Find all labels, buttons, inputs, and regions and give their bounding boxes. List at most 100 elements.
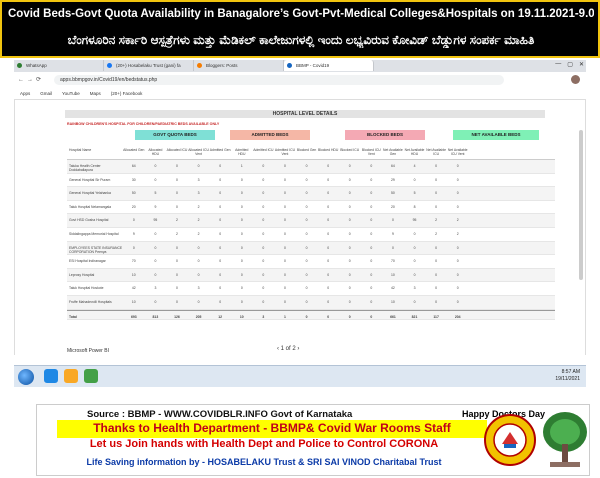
table-header: Hospital Name Allocated Gen Allocated HDU A… [67, 144, 555, 160]
bed-count-cell: 0 [219, 286, 222, 291]
bed-count-cell: 0 [370, 191, 373, 196]
windows-taskbar: 8:57 AM 19/11/2021 [14, 365, 586, 387]
category-govt-quota[interactable]: GOVT QUOTA BEDS [135, 130, 215, 140]
table-row[interactable]: Siddalingappa Memorial Hospital 9 0 2 2 0 0 0 0 0… [67, 228, 555, 242]
bookmark-youtube[interactable]: YouTube [62, 91, 80, 96]
bookmark-maps[interactable]: Maps [90, 91, 101, 96]
table-row[interactable]: Govt HSD Gosha Hospital 0 95 2 2 0 0 0 0 0 0 0 0 0 95 2… [67, 214, 555, 228]
total-cell: 0 [327, 314, 330, 319]
table-row[interactable]: Taluk Hospital Nelamangala 20 9 0 2 0 0 0 0 0 0 0 0 2… [67, 201, 555, 215]
bed-count-cell: 0 [370, 272, 373, 277]
next-page-icon[interactable]: › [296, 346, 299, 352]
bed-count-cell: 0 [262, 231, 265, 236]
bed-count-cell: 0 [176, 191, 178, 196]
bed-count-cell: 0 [370, 299, 373, 304]
table-row[interactable]: EMPLOYEES STATE INSURANCE CORPORATION Pe… [67, 241, 555, 256]
bed-count-cell: 0 [391, 245, 394, 250]
hospital-name-cell: Taluk Hospital Nelamangala [69, 204, 112, 209]
bed-count-cell: 0 [305, 245, 308, 250]
table-row[interactable]: Leprosy Hospital 10 0 0 0 0 0 0 0 0 0 0 0 10 0 0 0 [67, 268, 555, 283]
table-row[interactable]: Fruffe Mahadevolli Hospitals 10 0 0 0 0 0 0 0 0 0 0… [67, 295, 555, 310]
column-header: Blocked ICU [340, 148, 360, 152]
bed-count-cell: 0 [240, 245, 243, 250]
column-header: Blocked HDU [317, 148, 339, 152]
hospital-name-cell: Fruffe Mahadevolli Hospitals [69, 299, 112, 304]
total-cell: 821 [411, 314, 418, 319]
category-blocked[interactable]: BLOCKED BEDS [345, 130, 425, 140]
tab-whatsapp[interactable]: WhatsApp [14, 60, 104, 71]
bed-count-cell: 2 [456, 231, 459, 236]
bed-count-cell: 30 [131, 177, 136, 182]
table-row[interactable]: General Hospital Yelahanka 50 5 0 3 0 0 0 0 0 0 0 0 5… [67, 187, 555, 201]
table-row[interactable]: Taluk Hospital Hoskote 42 3 0 3 0 0 0 0 0 0 0 0 42 3 0 0 [67, 282, 555, 296]
bed-count-cell: 8 [413, 204, 416, 209]
bed-count-cell: 0 [413, 272, 416, 277]
table-total-row: Total 693 813 126 205 12 10 3 1 0 0 0 0 661 821 117 204 [67, 309, 555, 320]
bed-count-cell: 0 [262, 164, 265, 168]
bed-count-cell: 0 [327, 177, 330, 182]
bed-count-cell: 42 [391, 286, 395, 291]
bed-count-cell: 0 [435, 245, 438, 250]
table-row[interactable]: Taluka Health Center Doddaballapura 64 0 0 0… [67, 160, 555, 174]
bed-count-cell: 0 [154, 299, 157, 304]
folder-icon[interactable] [64, 369, 78, 383]
tab-strip: WhatsApp (20+) Hosabelaku Trust (gani) f… [14, 60, 586, 72]
bed-count-cell: 0 [370, 164, 373, 168]
bookmark-facebook[interactable]: (20+) Facebook [111, 91, 143, 96]
bed-count-cell: 2 [176, 218, 178, 223]
bed-count-cell: 0 [348, 231, 351, 236]
tab-blogger[interactable]: Bloggers: Posts [194, 60, 284, 71]
bed-count-cell: 0 [370, 259, 373, 264]
bed-count-cell: 0 [284, 164, 286, 168]
bed-count-cell: 0 [284, 204, 286, 209]
bed-count-cell: 0 [327, 272, 330, 277]
address-bar-row: ←→⟳ apps.bbmpgov.in/Covid19/en/bedstatus… [14, 72, 586, 88]
bed-count-cell: 0 [305, 259, 308, 264]
url-field[interactable]: apps.bbmpgov.in/Covid19/en/bedstatus.php [54, 75, 504, 85]
bed-count-cell: 0 [456, 272, 459, 277]
bookmark-gmail[interactable]: Gmail [40, 91, 52, 96]
bed-count-cell: 2 [435, 231, 438, 236]
bed-count-cell: 0 [370, 231, 373, 236]
column-header: Net Available Gen [383, 148, 403, 156]
bed-count-cell: 9 [132, 231, 135, 236]
powerbi-link[interactable]: Microsoft Power BI [67, 348, 109, 354]
bed-count-cell: 0 [305, 218, 308, 223]
ie-icon[interactable] [44, 369, 58, 383]
bed-count-cell: 0 [284, 191, 286, 196]
maximize-icon[interactable]: ▢ [567, 61, 573, 68]
bed-count-cell: 0 [284, 218, 286, 223]
bed-count-cell: 0 [197, 259, 200, 264]
start-button[interactable] [18, 369, 34, 385]
close-icon[interactable]: ✕ [579, 61, 584, 68]
tab-bbmp-covid19[interactable]: BBMP - Covid19 [284, 60, 374, 71]
category-net-available[interactable]: NET AVAILABLE BEDS [453, 130, 539, 140]
bed-count-cell: 0 [219, 218, 222, 223]
category-admitted[interactable]: ADMITTED BEDS [230, 130, 310, 140]
bookmark-apps[interactable]: Apps [20, 91, 30, 96]
bed-count-cell: 0 [240, 259, 243, 264]
bed-count-cell: 42 [131, 286, 136, 291]
table-row[interactable]: ESI Hospital Indiranagar 70 0 0 0 0 0 0 0 0 0 0 0 70 0… [67, 255, 555, 269]
chrome-icon[interactable] [84, 369, 98, 383]
column-header: Allocated HDU [148, 148, 163, 156]
bbmp-icon [287, 63, 292, 68]
minimize-icon[interactable]: — [555, 61, 561, 68]
bed-count-cell: 0 [435, 299, 438, 304]
bed-count-cell: 0 [370, 245, 373, 250]
bed-count-cell: 0 [327, 204, 330, 209]
bed-count-cell: 0 [240, 177, 243, 182]
clock-time: 8:57 AM [561, 369, 580, 375]
bed-count-cell: 2 [435, 218, 438, 223]
page-scrollbar[interactable] [579, 130, 583, 280]
bed-count-cell: 0 [370, 286, 373, 291]
thanks-banner: Thanks to Health Department - BBMP& Covi… [57, 420, 487, 438]
bed-count-cell: 0 [348, 204, 351, 209]
bed-count-cell: 0 [176, 164, 178, 168]
tab-facebook[interactable]: (20+) Hosabelaku Trust (gani) fa [104, 60, 194, 71]
nav-buttons[interactable]: ←→⟳ [18, 76, 44, 83]
table-row[interactable]: General Hospital Sir Puram 30 0 0 3 0 0 0 0 0 0 0 0 2… [67, 174, 555, 188]
bed-count-cell: 0 [176, 177, 178, 182]
profile-avatar[interactable] [571, 75, 580, 84]
taskbar-clock[interactable]: 8:57 AM 19/11/2021 [555, 369, 580, 383]
